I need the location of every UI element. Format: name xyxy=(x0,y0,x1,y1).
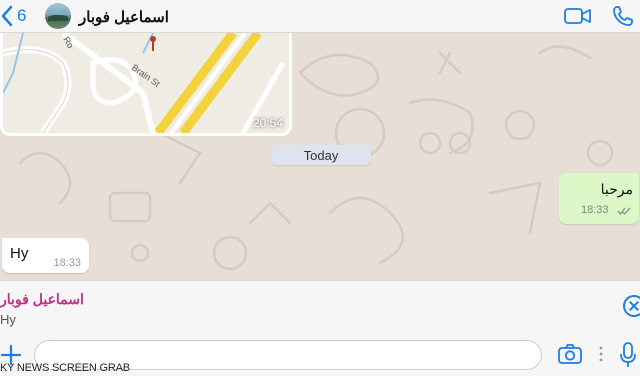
video-call-icon[interactable] xyxy=(564,7,591,25)
reply-preview[interactable]: اسماعيل فوبار Hy xyxy=(0,280,640,336)
message-text: Hy xyxy=(10,245,29,262)
unread-count: 6 xyxy=(17,6,27,25)
outgoing-message[interactable]: مرحبا 18:33 xyxy=(559,173,639,224)
message-time: 18:33 xyxy=(53,257,81,269)
dots-icon[interactable] xyxy=(599,346,603,362)
camera-icon[interactable] xyxy=(558,344,582,364)
chat-header: 6 اسماعيل فوبار xyxy=(0,0,640,33)
reply-sender: اسماعيل فوبار xyxy=(0,291,84,307)
avatar[interactable] xyxy=(45,3,71,29)
watermark: KY NEWS SCREEN GRAB xyxy=(0,362,130,374)
map-preview[interactable]: Brain St Ro 20:54 xyxy=(3,33,289,133)
reply-text: Hy xyxy=(0,312,16,327)
incoming-message[interactable]: Hy 18:33 xyxy=(2,238,89,273)
double-check-icon xyxy=(617,207,631,215)
contact-name[interactable]: اسماعيل فوبار xyxy=(79,8,169,26)
close-circle-icon[interactable] xyxy=(623,295,640,317)
phone-icon[interactable] xyxy=(612,5,634,27)
microphone-icon[interactable] xyxy=(619,342,637,368)
back-button[interactable]: 6 xyxy=(0,3,26,29)
message-text: مرحبا xyxy=(600,181,633,197)
map-graphic: Brain St Ro xyxy=(3,33,289,133)
chevron-left-icon xyxy=(1,5,13,27)
chat-area[interactable]: Brain St Ro 20:54 Today مرحبا 18:33 Hy 1… xyxy=(0,33,640,280)
message-time: 18:33 xyxy=(581,204,609,216)
location-message[interactable]: Brain St Ro 20:54 xyxy=(0,33,292,136)
date-divider: Today xyxy=(271,145,371,165)
message-time: 20:54 xyxy=(252,116,283,130)
